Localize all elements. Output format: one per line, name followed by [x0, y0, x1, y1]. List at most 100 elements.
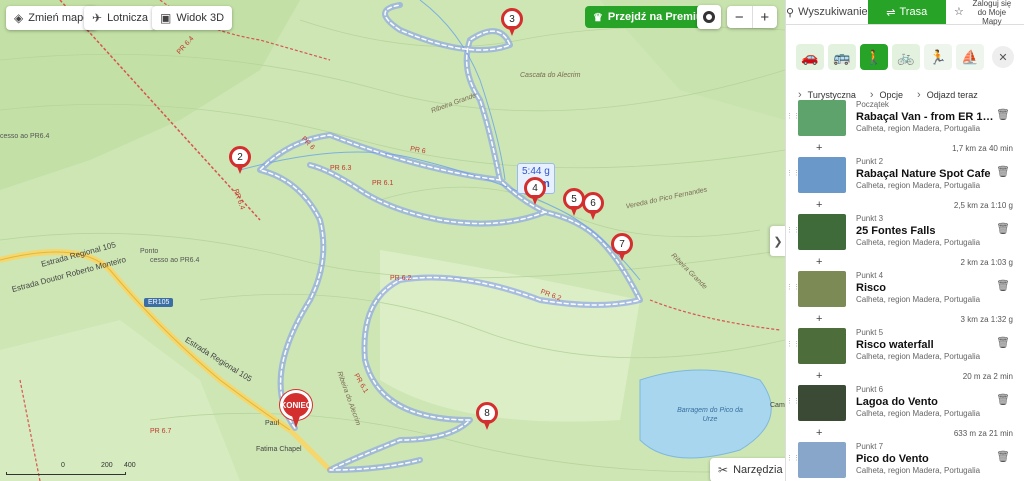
stop-thumbnail	[798, 157, 846, 193]
route-marker[interactable]: 6	[582, 192, 604, 222]
tools-button[interactable]: ✂ Narzędzia	[710, 458, 785, 481]
route-stop[interactable]: ⋮⋮ Początek Rabaçal Van - from ER 105 ..…	[786, 100, 1024, 140]
route-marker[interactable]: 7	[611, 233, 633, 263]
tools-icon: ✂	[718, 463, 729, 477]
map-terrain	[0, 0, 785, 481]
route-segment: +3 km za 1:32 g	[816, 313, 1013, 325]
place-label: Paul	[265, 420, 280, 427]
trail-label: PR 6.2	[390, 275, 412, 282]
map-scale: 0 200 400	[6, 462, 146, 476]
route-segment: +2,5 km za 1:10 g	[816, 199, 1013, 211]
add-stop-icon[interactable]: +	[816, 199, 822, 211]
run-mode-button[interactable]: 🏃	[924, 44, 952, 70]
place-label: Cam	[770, 402, 785, 409]
car-mode-button[interactable]: 🚗	[796, 44, 824, 70]
add-stop-icon[interactable]: +	[816, 256, 822, 268]
route-stop[interactable]: ⋮⋮ Punkt 3 25 Fontes Falls Calheta, regi…	[786, 214, 1024, 254]
map-canvas[interactable]: ◈ Zmień mapę ✈ Lotnicza ▣ Widok 3D ♛ Prz…	[0, 0, 785, 481]
stop-thumbnail	[798, 100, 846, 136]
bike-mode-button[interactable]: 🚲	[892, 44, 920, 70]
place-label: Cascata do Alecrim	[520, 72, 581, 79]
zoom-out-button[interactable]: −	[727, 6, 753, 28]
trash-icon[interactable]: 🗑	[996, 165, 1010, 178]
collapse-panel-button[interactable]: ❯	[770, 226, 785, 256]
route-marker[interactable]: 3	[501, 8, 523, 38]
view-3d-button[interactable]: ▣ Widok 3D	[152, 6, 233, 30]
route-stop[interactable]: ⋮⋮ Punkt 5 Risco waterfall Calheta, regi…	[786, 328, 1024, 368]
zoom-control: − +	[727, 6, 777, 28]
walk-icon: 🚶	[865, 48, 883, 65]
drag-handle-icon[interactable]: ⋮⋮	[786, 214, 800, 234]
layers-icon: ◈	[14, 11, 24, 25]
trash-icon[interactable]: 🗑	[996, 450, 1010, 463]
stop-thumbnail	[798, 385, 846, 421]
stop-thumbnail	[798, 328, 846, 364]
place-label: cesso ao PR6.4	[150, 257, 200, 264]
boat-icon: ⛵	[961, 48, 979, 65]
route-marker[interactable]: 4	[524, 177, 546, 207]
add-stop-icon[interactable]: +	[816, 370, 822, 382]
route-stop[interactable]: ⋮⋮ Punkt 7 Pico do Vento Calheta, region…	[786, 442, 1024, 481]
drag-handle-icon[interactable]: ⋮⋮	[786, 271, 800, 291]
route-marker[interactable]: 8	[476, 402, 498, 432]
trail-label: PR 6.1	[372, 180, 394, 187]
reservoir-label: Barragem do Pico da Urze	[677, 407, 743, 423]
close-route-button[interactable]: ✕	[992, 46, 1014, 68]
drag-handle-icon[interactable]: ⋮⋮	[786, 385, 800, 405]
route-stops-list: ⋮⋮ Początek Rabaçal Van - from ER 105 ..…	[786, 100, 1024, 481]
plane-icon: ✈	[92, 11, 103, 25]
route-stop[interactable]: ⋮⋮ Punkt 2 Rabaçal Nature Spot Cafe Calh…	[786, 157, 1024, 197]
close-icon: ✕	[998, 51, 1008, 64]
drag-handle-icon[interactable]: ⋮⋮	[786, 328, 800, 348]
car-icon: 🚗	[801, 48, 819, 65]
bus-mode-button[interactable]: 🚌	[828, 44, 856, 70]
zoom-in-button[interactable]: +	[753, 6, 778, 28]
route-icon: ⇌	[886, 6, 896, 19]
route-segment: +2 km za 1:03 g	[816, 256, 1013, 268]
place-label: cesso ao PR6.4	[0, 133, 50, 140]
place-label: Fatima Chapel	[256, 446, 302, 453]
trail-label: PR 6.3	[330, 165, 352, 172]
route-marker[interactable]: 2	[229, 146, 251, 176]
search-icon: ⚲	[786, 6, 795, 19]
route-segment: +633 m za 21 min	[816, 427, 1013, 439]
run-icon: 🏃	[929, 48, 947, 65]
star-icon: ☆	[953, 5, 964, 18]
route-segment: +1,7 km za 40 min	[816, 142, 1013, 154]
drag-handle-icon[interactable]: ⋮⋮	[786, 100, 800, 120]
bus-icon: 🚌	[833, 48, 851, 65]
route-stop[interactable]: ⋮⋮ Punkt 4 Risco Calheta, region Madera,…	[786, 271, 1024, 311]
route-end-marker[interactable]: KONIEC	[280, 390, 312, 430]
stop-thumbnail	[798, 271, 846, 307]
stop-thumbnail	[798, 214, 846, 250]
trash-icon[interactable]: 🗑	[996, 336, 1010, 349]
panel-tabs: ⚲ Wyszukiwanie ⇌ Trasa ☆ Zaloguj się do …	[786, 0, 1024, 26]
add-stop-icon[interactable]: +	[816, 313, 822, 325]
route-panel: ⚲ Wyszukiwanie ⇌ Trasa ☆ Zaloguj się do …	[785, 0, 1024, 481]
stop-thumbnail	[798, 442, 846, 478]
boat-mode-button[interactable]: ⛵	[956, 44, 984, 70]
bike-icon: 🚲	[897, 48, 915, 65]
walk-mode-button[interactable]: 🚶	[860, 44, 888, 70]
route-stop[interactable]: ⋮⋮ Punkt 6 Lagoa do Vento Calheta, regio…	[786, 385, 1024, 425]
transport-modes: 🚗 🚌 🚶 🚲 🏃 ⛵ ✕	[786, 25, 1024, 77]
tab-search[interactable]: ⚲ Wyszukiwanie	[786, 0, 868, 24]
trash-icon[interactable]: 🗑	[996, 279, 1010, 292]
trash-icon[interactable]: 🗑	[996, 108, 1010, 121]
drag-handle-icon[interactable]: ⋮⋮	[786, 157, 800, 177]
trash-icon[interactable]: 🗑	[996, 393, 1010, 406]
place-label: Ponto	[140, 248, 159, 255]
trash-icon[interactable]: 🗑	[996, 222, 1010, 235]
locate-icon	[703, 11, 715, 23]
drag-handle-icon[interactable]: ⋮⋮	[786, 442, 800, 462]
add-stop-icon[interactable]: +	[816, 142, 822, 154]
locate-button[interactable]	[697, 5, 721, 29]
cube-icon: ▣	[160, 11, 172, 25]
trail-label: PR 6.7	[150, 428, 172, 435]
crown-icon: ♛	[593, 11, 603, 24]
airports-button[interactable]: ✈ Lotnicza	[84, 6, 157, 30]
tab-route[interactable]: ⇌ Trasa	[867, 0, 946, 24]
tab-my-maps-login[interactable]: ☆ Zaloguj się do Moje Mapy	[946, 0, 1024, 26]
road-badge: ER105	[144, 298, 174, 307]
add-stop-icon[interactable]: +	[816, 427, 822, 439]
